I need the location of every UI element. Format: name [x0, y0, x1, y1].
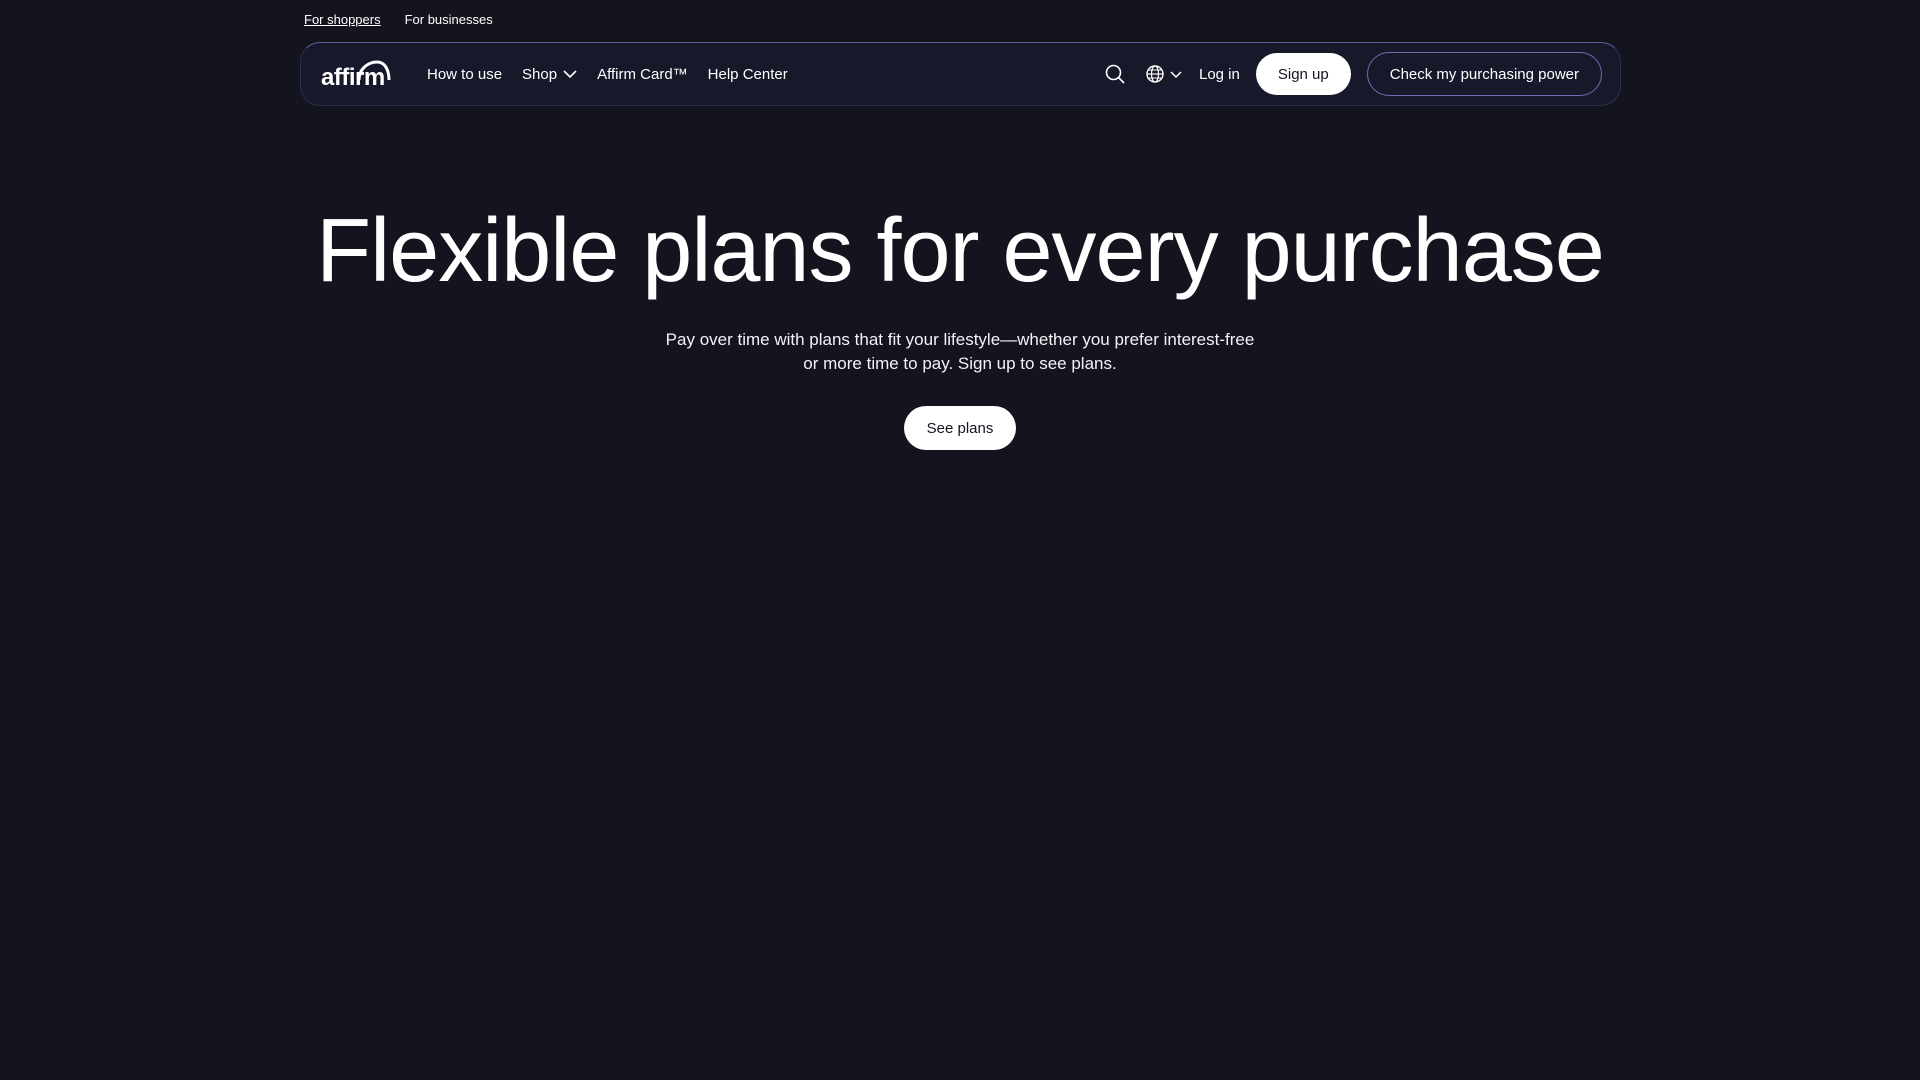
- audience-switcher: For shoppers For businesses: [304, 12, 493, 27]
- chevron-down-icon: [563, 70, 577, 79]
- main-navbar: affirm How to use Shop Affirm Card™ Help…: [300, 42, 1621, 106]
- hero-subtitle: Pay over time with plans that fit your l…: [665, 330, 1255, 373]
- language-selector[interactable]: [1145, 64, 1183, 84]
- nav-help-center-label: Help Center: [707, 65, 788, 83]
- check-purchasing-power-button[interactable]: Check my purchasing power: [1366, 52, 1602, 96]
- logo-text: affirm: [321, 64, 385, 91]
- search-icon: [1105, 64, 1125, 84]
- globe-icon: [1146, 65, 1164, 83]
- nav-how-to-use[interactable]: How to use: [427, 66, 502, 83]
- nav-shop-dropdown[interactable]: Shop: [522, 66, 577, 83]
- chevron-down-icon: [1170, 71, 1182, 79]
- nav-actions: Log in Sign up Check my purchasing power: [1101, 52, 1602, 96]
- search-button[interactable]: [1101, 60, 1129, 88]
- signup-button[interactable]: Sign up: [1255, 53, 1351, 95]
- hero-section: Flexible plans for every purchase Pay ov…: [0, 196, 1920, 450]
- affirm-logo[interactable]: affirm: [319, 58, 391, 91]
- nav-affirm-card-label: Affirm Card™: [597, 65, 688, 83]
- see-plans-button[interactable]: See plans: [903, 406, 1017, 450]
- login-link[interactable]: Log in: [1199, 66, 1240, 83]
- hero-title: Flexible plans for every purchase: [316, 201, 1605, 301]
- for-shoppers-link[interactable]: For shoppers: [304, 12, 381, 27]
- for-businesses-link[interactable]: For businesses: [405, 12, 493, 27]
- nav-affirm-card[interactable]: Affirm Card™: [597, 66, 688, 83]
- nav-how-to-use-label: How to use: [427, 65, 503, 83]
- nav-shop-label: Shop: [522, 65, 558, 83]
- primary-nav: How to use Shop Affirm Card™ Help Center: [427, 66, 788, 83]
- nav-help-center[interactable]: Help Center: [708, 66, 788, 83]
